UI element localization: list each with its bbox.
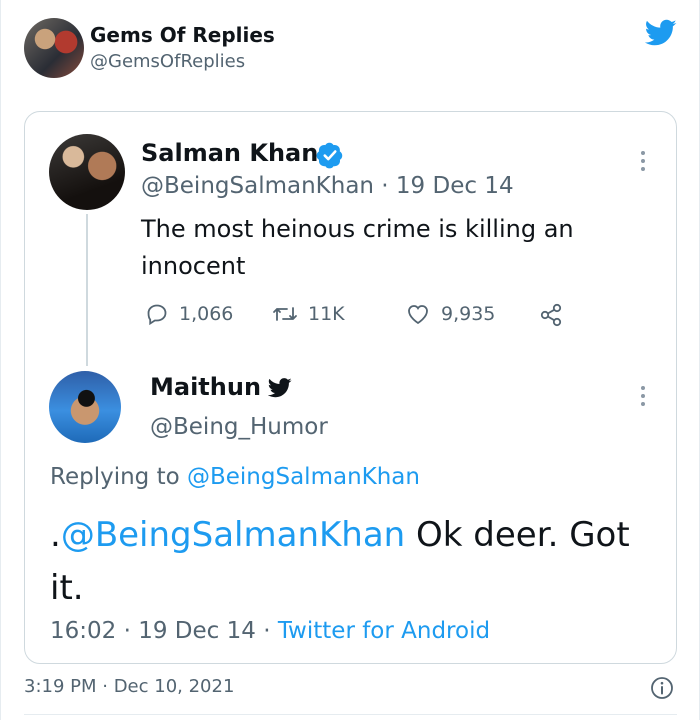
source-link[interactable]: Twitter for Android xyxy=(278,618,490,644)
info-icon[interactable] xyxy=(650,676,674,700)
author-handle[interactable]: @GemsOfReplies xyxy=(90,51,245,72)
reply-count: 1,066 xyxy=(179,303,234,325)
avatar[interactable] xyxy=(24,18,84,78)
mention-link[interactable]: @BeingSalmanKhan xyxy=(187,464,420,490)
reply-time[interactable]: 16:02 · 19 Dec 14 · xyxy=(50,618,278,644)
twitter-bird-icon[interactable] xyxy=(645,19,677,47)
thread-connector xyxy=(86,214,88,366)
retweet-count: 11K xyxy=(308,303,345,325)
avatar[interactable] xyxy=(49,134,125,210)
replying-to-line: Replying to @BeingSalmanKhan xyxy=(50,464,420,490)
tweet-timestamp[interactable]: 3:19 PM · Dec 10, 2021 xyxy=(24,676,234,697)
reply-meta: 16:02 · 19 Dec 14 · Twitter for Android xyxy=(50,618,490,644)
share-icon[interactable] xyxy=(538,302,564,328)
reply-author-handle[interactable]: @Being_Humor xyxy=(150,414,328,440)
author-name[interactable]: Gems Of Replies xyxy=(90,23,275,47)
retweet-icon xyxy=(273,307,297,321)
retweet-button[interactable]: 11K xyxy=(272,300,345,328)
reply-author-name[interactable]: Maithun xyxy=(150,373,261,401)
verified-badge-icon xyxy=(316,142,343,169)
mention-link[interactable]: @BeingSalmanKhan xyxy=(61,515,405,555)
twitter-bird-icon xyxy=(268,378,292,398)
original-handle-date[interactable]: @BeingSalmanKhan · 19 Dec 14 xyxy=(141,173,514,199)
more-options-icon[interactable] xyxy=(640,150,646,172)
like-count: 9,935 xyxy=(441,303,496,325)
like-button[interactable]: 9,935 xyxy=(405,300,495,328)
replying-prefix: Replying to xyxy=(50,464,187,490)
divider xyxy=(24,714,677,715)
original-tweet-text: The most heinous crime is killing an inn… xyxy=(141,215,574,280)
avatar[interactable] xyxy=(49,371,121,443)
heart-icon xyxy=(408,305,428,325)
reply-button[interactable]: 1,066 xyxy=(145,300,233,328)
reply-tweet-text: .@BeingSalmanKhan Ok deer. Got it. xyxy=(50,509,650,615)
more-options-icon[interactable] xyxy=(640,385,646,407)
reply-text-prefix: . xyxy=(50,515,61,555)
original-author-name[interactable]: Salman Khan xyxy=(141,139,318,167)
reply-icon xyxy=(147,304,167,326)
